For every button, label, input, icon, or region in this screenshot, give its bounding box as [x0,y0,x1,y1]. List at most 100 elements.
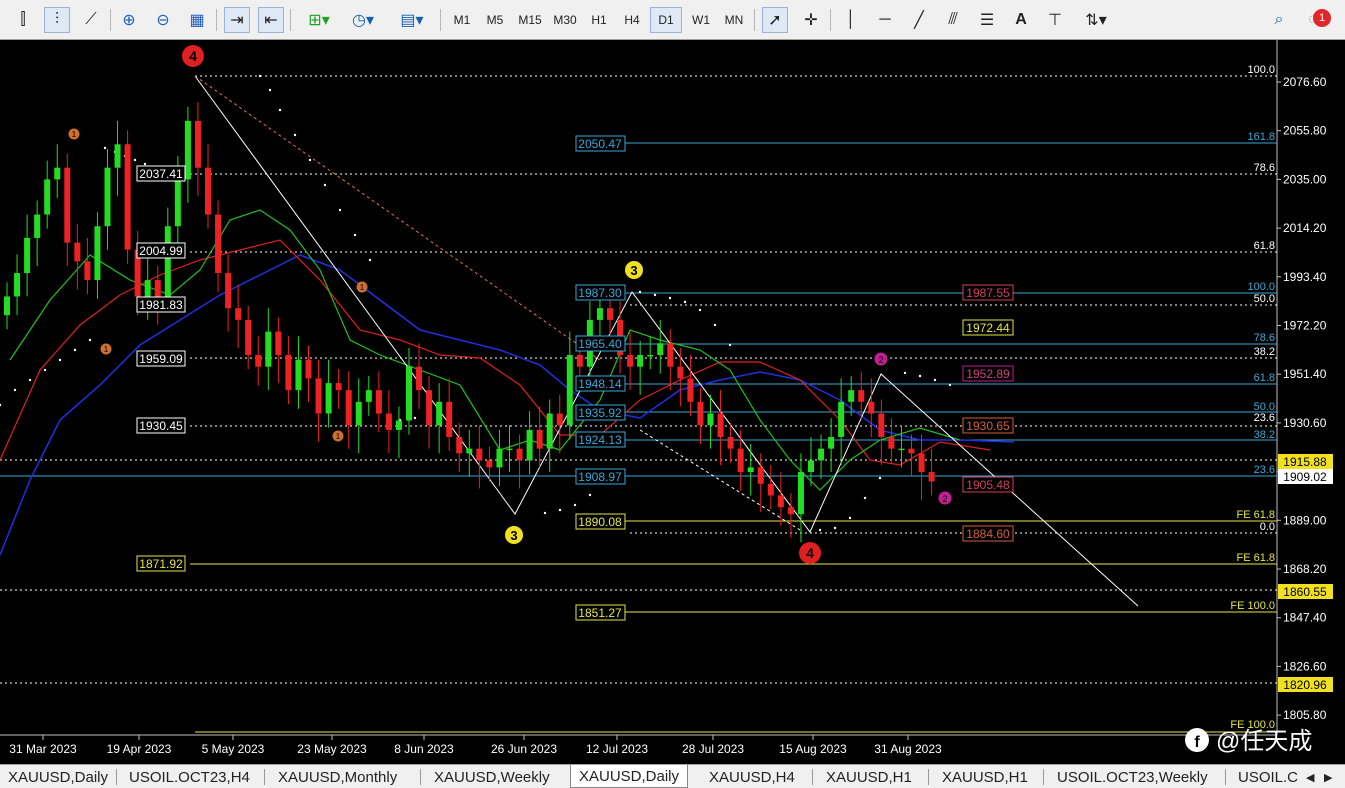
price-tick-label: 1930.60 [1283,416,1327,430]
price-tick-label: 1951.40 [1283,367,1327,381]
fib-label: 38.2 [1254,346,1275,358]
watermark: f @任天成 [1185,728,1312,755]
tab-xauusd-daily-1[interactable]: XAUUSD,Daily [8,767,108,787]
time-tick-label: 28 Jul 2023 [682,742,744,756]
notification-badge[interactable]: 1 [1313,9,1331,27]
cursor-icon[interactable]: ➚ [762,7,788,33]
bullish-candle [325,383,332,414]
wave-2-label: 2 [942,494,947,504]
bullish-candle [104,167,111,227]
wave-3-label: 3 [510,528,517,543]
horizontal-line-icon[interactable]: ─ [872,7,898,33]
bullish-candle [818,448,825,461]
timeframe-m30-button[interactable]: M30 [548,7,582,33]
arrows-icon[interactable]: ⇅▾ [1076,7,1116,33]
candlestick-icon[interactable]: ⫶ [44,7,70,33]
bearish-candle [677,366,684,379]
fib-label: FE 61.8 [1236,552,1275,564]
tab-xauusd-h1-2[interactable]: XAUUSD,H1 [942,767,1028,787]
time-tick-label: 12 Jul 2023 [586,742,648,756]
time-tick-label: 23 May 2023 [297,742,367,756]
bearish-candle [888,436,895,449]
watermark-text: @任天成 [1216,728,1312,755]
timeframe-w1-button[interactable]: W1 [685,7,717,33]
bullish-candle [526,429,533,461]
price-tick-label: 2014.20 [1283,221,1327,235]
text-label-icon[interactable]: ⊤ [1042,7,1068,33]
tab-usoil-partial[interactable]: USOIL.C [1238,767,1298,787]
chart-area[interactable]: 4 3 3 4 1 1 1 1 2 2 2037.41 2004.99 1981… [0,40,1345,764]
bearish-candle [486,460,493,468]
timeframe-h1-button[interactable]: H1 [583,7,615,33]
periods-icon[interactable]: ◷▾ [344,7,382,33]
bearish-candle [697,401,704,426]
line-chart-icon[interactable]: ⟋ [78,7,104,33]
search-icon[interactable]: ⌕ [1266,7,1292,33]
bearish-candle [385,413,392,430]
text-tool-icon[interactable]: A [1008,7,1034,33]
price-tick-label: 1826.60 [1283,659,1327,673]
tab-xauusd-h4[interactable]: XAUUSD,H4 [709,767,795,787]
mid-level-labels: 2050.47 1987.30 1965.40 1948.14 1935.92 … [575,135,626,621]
fib-percent-labels: 100.0 161.8 78.6 61.8 100.0 50.0 78.6 38… [1230,64,1275,731]
level-label-1905: 1905.48 [966,478,1010,492]
fib-label: 61.8 [1254,372,1275,384]
time-tick-label: 8 Jun 2023 [394,742,454,756]
timeframe-d1-button[interactable]: D1 [650,7,682,33]
price-chart[interactable]: 4 3 3 4 1 1 1 1 2 2 2037.41 2004.99 1981… [0,40,1345,764]
price-tick-label: 1805.80 [1283,708,1327,722]
yellow-levels [190,520,1277,733]
level-label-1908: 1908.97 [578,470,622,484]
tab-xauusd-daily-active[interactable]: XAUUSD,Daily [570,765,689,788]
autoscroll-icon[interactable]: ⇥ [224,7,250,33]
time-tick-label: 19 Apr 2023 [107,742,172,756]
tile-windows-icon[interactable]: ▦ [184,7,210,33]
timeframe-m15-button[interactable]: M15 [513,7,547,33]
bearish-candle [426,390,433,426]
zoom-in-icon[interactable]: ⊕ [116,7,142,33]
templates-icon[interactable]: ▤▾ [392,7,432,33]
equidistant-channel-icon[interactable]: ⫻ [940,7,966,33]
tabs-scroll-left-icon[interactable]: ◀ [1306,767,1314,787]
timeframe-mn-button[interactable]: MN [718,7,750,33]
bearish-candle [215,214,222,274]
indicators-icon[interactable]: ⊞▾ [300,7,338,33]
bearish-candle [878,413,885,437]
chart-shift-icon[interactable]: ⇤ [258,7,284,33]
bullish-candle [265,331,272,367]
timeframe-m5-button[interactable]: M5 [479,7,511,33]
toolbar-divider [216,9,217,31]
bullish-candle [436,401,443,426]
bar-chart-icon[interactable]: ⫿ [10,7,36,33]
bullish-candle [707,413,714,426]
bullish-candle [44,179,51,215]
level-label-1952: 1952.89 [966,367,1010,381]
tab-usoil-weekly[interactable]: USOIL.OCT23,Weekly [1057,767,1208,787]
bullish-candle [54,167,61,180]
trendline-icon[interactable]: ╱ [906,7,932,33]
timeframe-m1-button[interactable]: M1 [446,7,478,33]
tab-xauusd-weekly[interactable]: XAUUSD,Weekly [434,767,550,787]
price-tick-label: 1972.20 [1283,319,1327,333]
zoom-out-icon[interactable]: ⊖ [150,7,176,33]
level-label-1890: 1890.08 [578,515,622,529]
bullish-candle [747,467,754,473]
bearish-candle [124,144,131,250]
bullish-candle [566,355,573,426]
timeframe-h4-button[interactable]: H4 [616,7,648,33]
vertical-line-icon[interactable]: │ [838,7,864,33]
level-label-1965: 1965.40 [578,337,622,351]
tab-xauusd-monthly[interactable]: XAUUSD,Monthly [278,767,397,787]
tabs-scroll-right-icon[interactable]: ▶ [1324,767,1332,787]
time-tick-label: 31 Mar 2023 [9,742,77,756]
price-tick-label: 1889.00 [1283,513,1327,527]
bearish-candle [255,355,262,367]
fibonacci-icon[interactable]: ☰ [974,7,1000,33]
bearish-candle [74,242,81,262]
fib-label: FE 100.0 [1230,600,1275,612]
tab-usoil-h4[interactable]: USOIL.OCT23,H4 [129,767,250,787]
crosshair-icon[interactable]: ✛ [798,7,824,33]
bullish-candle [24,237,31,274]
tab-xauusd-h1-1[interactable]: XAUUSD,H1 [826,767,912,787]
bullish-candle [466,448,473,454]
